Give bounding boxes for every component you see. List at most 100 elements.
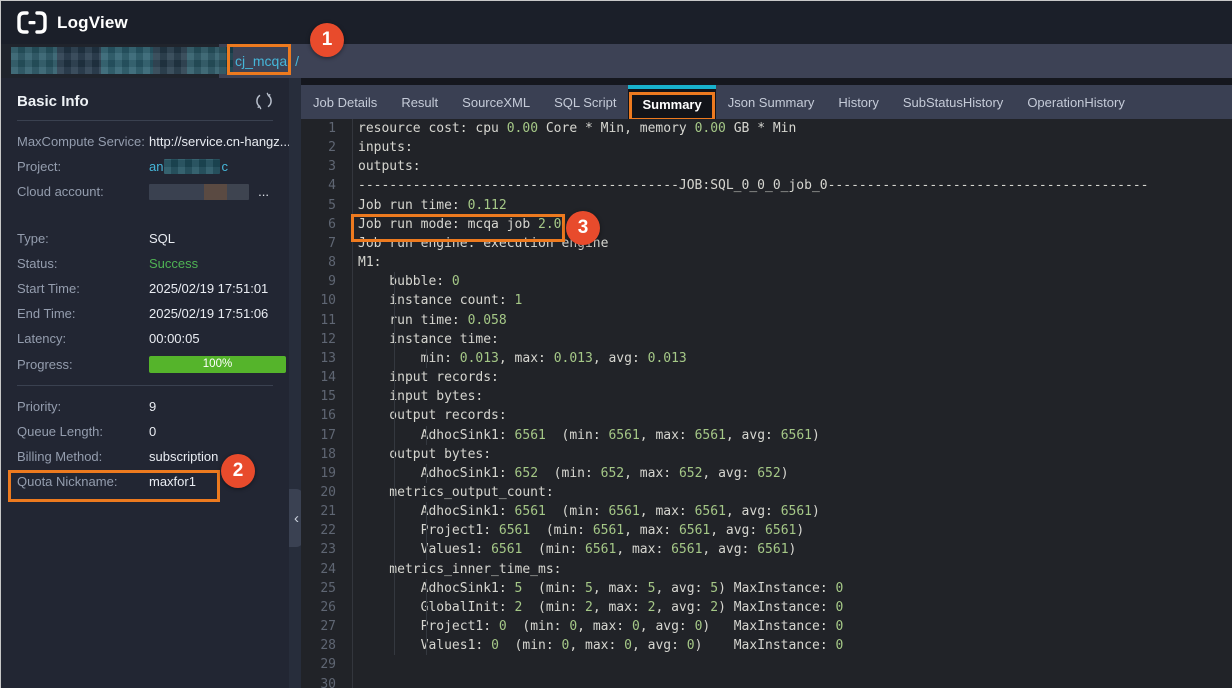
tab-sourcexml[interactable]: SourceXML — [450, 85, 542, 119]
main-content: Job DetailsResultSourceXML SQL Script Summ… — [301, 78, 1232, 688]
indent-guide — [426, 598, 427, 617]
indent-guide — [426, 617, 427, 636]
tab-label: Json Summary — [728, 95, 815, 110]
info-label: Progress: — [17, 357, 149, 372]
info-value: 0 — [149, 424, 273, 439]
indent-guide — [426, 521, 427, 540]
code-line-13: min: 0.013, max: 0.013, avg: 0.013 — [358, 349, 1232, 368]
info-row-maxcompute-service: MaxCompute Service:http://service.cn-han… — [17, 129, 273, 154]
code-line-20: metrics_output_count: — [358, 483, 1232, 502]
info-label: Type: — [17, 231, 149, 246]
code-line-24: metrics_inner_time_ms: — [358, 560, 1232, 579]
info-value: subscription — [149, 449, 273, 464]
info-value: 100% — [149, 356, 286, 373]
summary-code-view: 1234567891011121314151617181920212223242… — [301, 119, 1232, 688]
info-row-latency: Latency:00:00:05 — [17, 326, 273, 351]
info-label: Billing Method: — [17, 449, 149, 464]
indent-guide — [394, 540, 395, 559]
logview-logo-icon — [17, 11, 47, 34]
indent-guide — [394, 426, 395, 445]
code-lines: resource cost: cpu 0.00 Core * Min, memo… — [353, 119, 1232, 688]
indent-guide — [394, 483, 395, 502]
info-value: maxfor1 — [149, 474, 273, 489]
breadcrumb-job-link[interactable]: cj_mcqa — [235, 53, 287, 69]
info-label: Priority: — [17, 399, 149, 414]
code-line-17: AdhocSink1: 6561 (min: 6561, max: 6561, … — [358, 426, 1232, 445]
code-line-9: bubble: 0 — [358, 272, 1232, 291]
info-value: 00:00:05 — [149, 331, 273, 346]
tab-label: SQL Script — [554, 95, 616, 110]
tab-history[interactable]: History — [826, 85, 890, 119]
info-value: anc — [149, 159, 273, 174]
info-label: Start Time: — [17, 281, 149, 296]
progress-bar: 100% — [149, 356, 286, 373]
indent-guide — [426, 636, 427, 655]
info-value-ellipsis: ... — [258, 184, 269, 199]
info-label: MaxCompute Service: — [17, 134, 149, 149]
indent-guide — [394, 330, 395, 349]
code-line-29 — [358, 655, 1232, 674]
code-line-14: input records: — [358, 368, 1232, 387]
code-line-21: AdhocSink1: 6561 (min: 6561, max: 6561, … — [358, 502, 1232, 521]
info-label: Cloud account: — [17, 184, 149, 199]
code-line-12: instance time: — [358, 330, 1232, 349]
annotation-badge-2: 2 — [221, 454, 255, 488]
code-line-11: run time: 0.058 — [358, 311, 1232, 330]
tab-sql-script[interactable]: SQL Script — [542, 85, 628, 119]
title-bar: LogView — [1, 1, 1232, 44]
tab-label: History — [838, 95, 878, 110]
tab-job-details[interactable]: Job Details — [301, 85, 389, 119]
basic-info-panel: Basic Info MaxCompute Service:http://ser… — [1, 78, 289, 688]
info-row-cloud-account: Cloud account:... — [17, 179, 273, 204]
tab-json-summary[interactable]: Json Summary — [716, 85, 827, 119]
code-line-2: inputs: — [358, 138, 1232, 157]
tab-substatushistory[interactable]: SubStatusHistory — [891, 85, 1015, 119]
indent-guide — [394, 291, 395, 310]
info-value: 9 — [149, 399, 273, 414]
info-value: Success — [149, 256, 273, 271]
line-number-gutter: 1234567891011121314151617181920212223242… — [301, 119, 353, 688]
info-label: Queue Length: — [17, 424, 149, 439]
code-line-3: outputs: — [358, 157, 1232, 176]
indent-guide — [394, 445, 395, 464]
indent-guide — [394, 387, 395, 406]
panel-splitter[interactable] — [289, 78, 301, 688]
tab-result[interactable]: Result — [389, 85, 450, 119]
info-value: SQL — [149, 231, 273, 246]
code-line-8: M1: — [358, 253, 1232, 272]
code-line-25: AdhocSink1: 5 (min: 5, max: 5, avg: 5) M… — [358, 579, 1232, 598]
indent-guide — [426, 579, 427, 598]
info-value: http://service.cn-hangz... — [149, 134, 291, 149]
indent-guide — [394, 272, 395, 291]
tab-operationhistory[interactable]: OperationHistory — [1015, 85, 1137, 119]
indent-guide — [426, 349, 427, 368]
censored-text — [11, 47, 57, 74]
indent-guide — [426, 426, 427, 445]
tab-summary[interactable]: Summary — [628, 85, 715, 119]
code-line-7: Job run engine: execution engine — [358, 234, 1232, 253]
indent-guide — [394, 464, 395, 483]
censored-text — [57, 47, 101, 74]
info-label: End Time: — [17, 306, 149, 321]
info-row-start-time: Start Time:2025/02/19 17:51:01 — [17, 276, 273, 301]
code-line-10: instance count: 1 — [358, 291, 1232, 310]
code-line-22: Project1: 6561 (min: 6561, max: 6561, av… — [358, 521, 1232, 540]
basic-info-fields: MaxCompute Service:http://service.cn-han… — [1, 121, 289, 494]
annotation-badge-3: 3 — [566, 211, 600, 245]
refresh-icon[interactable] — [255, 92, 273, 110]
censored-text — [164, 159, 220, 174]
indent-guide — [394, 598, 395, 617]
info-label: Latency: — [17, 331, 149, 346]
info-value: 2025/02/19 17:51:06 — [149, 306, 273, 321]
chevron-left-icon: ‹ — [294, 510, 299, 527]
info-value: ... — [149, 184, 273, 200]
code-line-4: ----------------------------------------… — [358, 176, 1232, 195]
indent-guide — [394, 311, 395, 330]
code-line-6: Job run mode: mcqa job 2.0 — [358, 215, 1232, 234]
code-line-1: resource cost: cpu 0.00 Core * Min, memo… — [358, 119, 1232, 138]
code-line-27: Project1: 0 (min: 0, max: 0, avg: 0) Max… — [358, 617, 1232, 636]
info-row-project: Project:anc — [17, 154, 273, 179]
indent-guide — [394, 368, 395, 387]
indent-guide — [394, 349, 395, 368]
breadcrumb-bar: cj_mcqa / — [219, 44, 1232, 78]
